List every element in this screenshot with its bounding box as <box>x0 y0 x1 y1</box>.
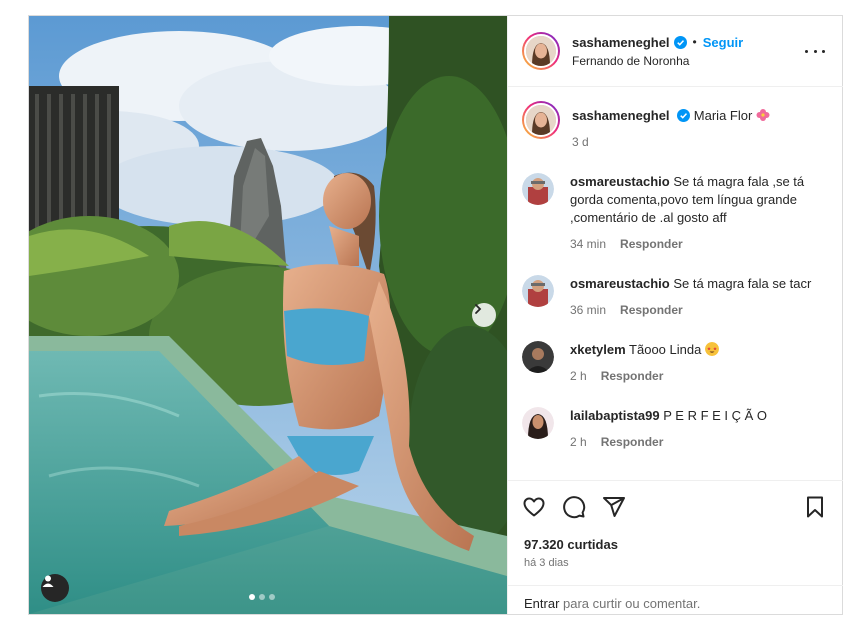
user-tag-icon <box>42 575 54 587</box>
comment-time: 2 h <box>570 369 587 383</box>
comment-username[interactable]: osmareustachio <box>570 276 670 291</box>
verified-badge-icon <box>673 35 687 49</box>
author-avatar[interactable] <box>522 32 560 70</box>
comment-item: osmareustachio Se tá magra fala ,se tá g… <box>522 173 829 253</box>
comment-username[interactable]: lailabaptista99 <box>570 408 660 423</box>
comment-text: Tãooo Linda <box>629 342 702 357</box>
comment-time: 36 min <box>570 303 607 317</box>
post-photo[interactable] <box>29 16 507 614</box>
comment-time: 34 min <box>570 237 607 251</box>
comment-text: P E R F E I Ç Ã O <box>663 408 768 423</box>
avatar-image <box>526 36 556 66</box>
comment-username[interactable]: osmareustachio <box>570 174 670 189</box>
photo-illustration <box>29 16 507 614</box>
verified-badge-icon <box>677 109 691 122</box>
post-caption: sashameneghel Maria Flor 3 d <box>522 101 829 151</box>
commenter-avatar[interactable] <box>522 407 554 439</box>
comment-text: Se tá magra fala se tacr <box>673 276 812 291</box>
comments-list[interactable]: sashameneghel Maria Flor 3 d osmareustac… <box>508 87 843 480</box>
comment-item: lailabaptista99 P E R F E I Ç Ã O 2 h Re… <box>522 407 829 451</box>
chevron-right-icon <box>475 304 482 314</box>
comment-icon[interactable] <box>562 495 586 519</box>
post-date: há 3 dias <box>524 557 569 569</box>
carousel-dot <box>249 594 255 600</box>
more-options-icon <box>805 49 808 53</box>
heart-icon[interactable] <box>522 495 546 519</box>
follow-button[interactable]: Seguir <box>703 35 743 50</box>
comment-username[interactable]: xketylem <box>570 342 626 357</box>
login-prompt-text: para curtir ou comentar. <box>559 596 701 611</box>
commenter-avatar[interactable] <box>522 275 554 307</box>
bookmark-icon[interactable] <box>803 495 827 519</box>
more-options-button[interactable] <box>805 43 825 59</box>
avatar-image <box>522 407 554 439</box>
likes-count[interactable]: 97.320 curtidas <box>524 537 618 552</box>
caption-username[interactable]: sashameneghel <box>572 108 670 123</box>
post-side-panel: sashameneghel • Seguir Fernando de Noron… <box>507 16 843 614</box>
tagged-users-button[interactable] <box>41 574 69 602</box>
hibiscus-emoji <box>756 109 770 121</box>
author-username[interactable]: sashameneghel <box>572 35 670 50</box>
reply-button[interactable]: Responder <box>601 367 664 385</box>
send-icon[interactable] <box>602 495 626 519</box>
comment-time: 2 h <box>570 435 587 449</box>
dot-separator: • <box>692 35 697 49</box>
caption-author-avatar[interactable] <box>522 101 560 139</box>
avatar-image <box>526 105 556 135</box>
star-struck-emoji <box>704 342 719 356</box>
avatar-image <box>522 341 554 373</box>
caption-time: 3 d <box>572 135 589 149</box>
avatar-image <box>522 173 554 205</box>
reply-button[interactable]: Responder <box>620 235 683 253</box>
instagram-post: sashameneghel • Seguir Fernando de Noron… <box>28 15 843 615</box>
next-slide-button[interactable] <box>472 303 496 327</box>
post-header: sashameneghel • Seguir Fernando de Noron… <box>508 16 843 87</box>
comment-item: xketylem Tãooo Linda 2 h Responder <box>522 341 829 385</box>
comment-item: osmareustachio Se tá magra fala se tacr … <box>522 275 829 319</box>
post-location[interactable]: Fernando de Noronha <box>572 54 743 68</box>
reply-button[interactable]: Responder <box>620 301 683 319</box>
carousel-dot <box>259 594 265 600</box>
post-actions: 97.320 curtidas há 3 dias Entrar para cu… <box>508 480 843 614</box>
commenter-avatar[interactable] <box>522 173 554 205</box>
caption-text: Maria Flor <box>693 108 753 123</box>
avatar-image <box>522 275 554 307</box>
login-link[interactable]: Entrar <box>524 596 559 611</box>
reply-button[interactable]: Responder <box>601 433 664 451</box>
carousel-dot <box>269 594 275 600</box>
carousel-indicator <box>249 594 275 600</box>
commenter-avatar[interactable] <box>522 341 554 373</box>
login-prompt: Entrar para curtir ou comentar. <box>508 585 843 615</box>
